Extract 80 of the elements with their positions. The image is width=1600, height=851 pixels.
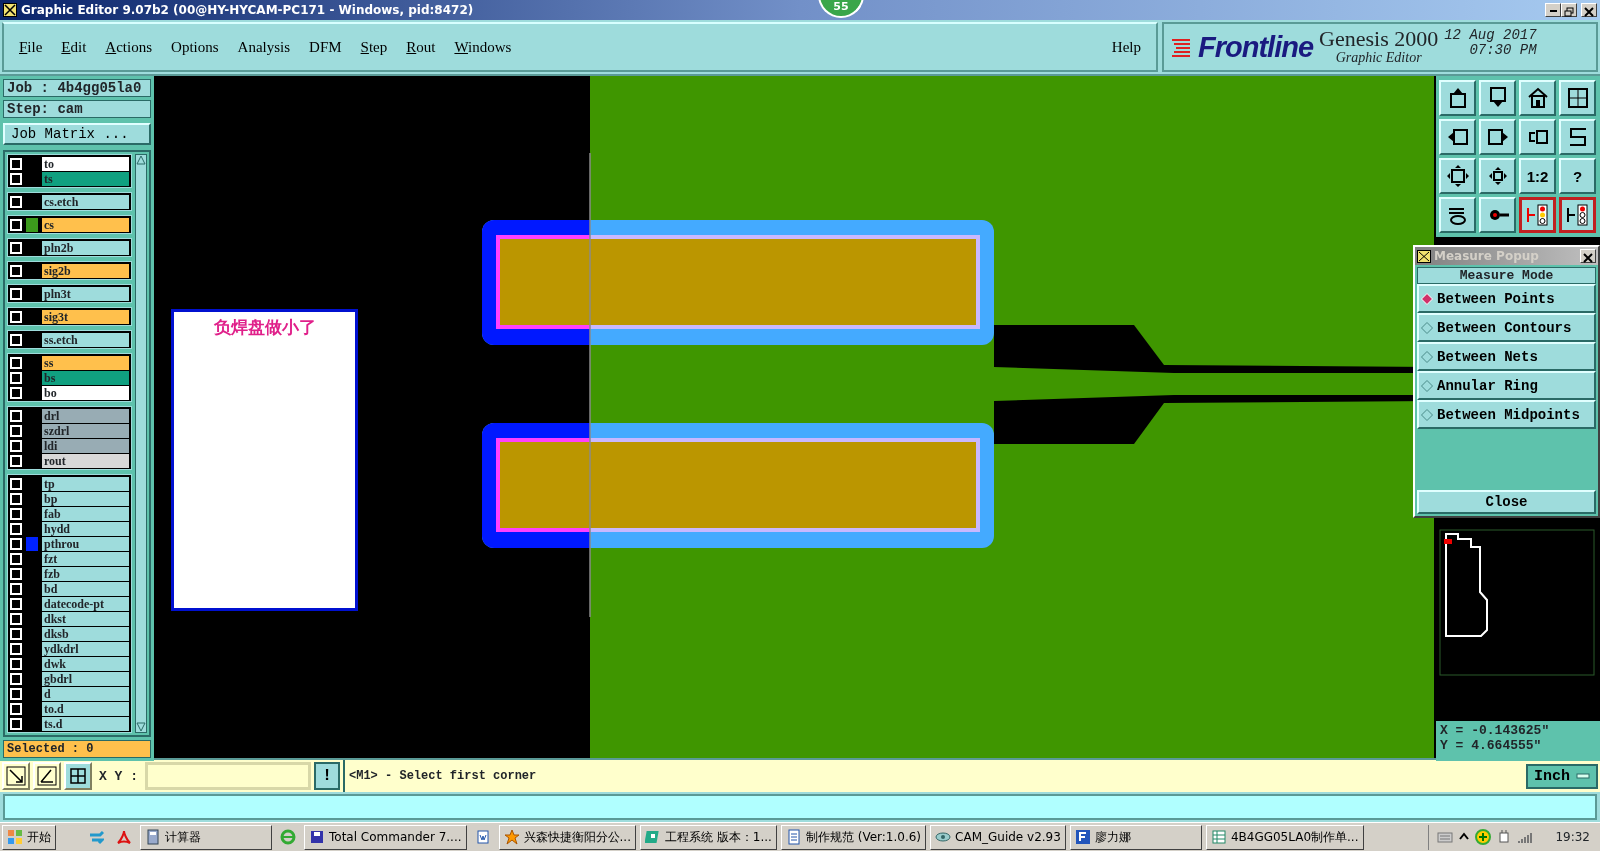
layer-name[interactable]: tp bbox=[42, 476, 129, 491]
radio-option[interactable]: Annular Ring bbox=[1417, 371, 1596, 400]
radio-option[interactable]: Between Contours bbox=[1417, 313, 1596, 342]
job-matrix-button[interactable]: Job Matrix ... bbox=[3, 123, 151, 145]
layer-name[interactable]: rout bbox=[42, 453, 129, 468]
layer-name[interactable]: gbdrl bbox=[42, 671, 129, 686]
layer-name[interactable]: ss bbox=[42, 355, 129, 370]
section-heading: Measure Mode bbox=[1417, 267, 1596, 284]
help-menu[interactable]: Help bbox=[1111, 38, 1141, 56]
step-label: Step: cam bbox=[3, 100, 151, 118]
job-label: Job : 4b4gg05la0 bbox=[3, 79, 151, 97]
layer-name[interactable]: pln2b bbox=[42, 240, 129, 255]
layer-name[interactable]: bd bbox=[42, 581, 129, 596]
taskbar-button[interactable]: 廖力娜 bbox=[1069, 824, 1202, 850]
x-coordinate: X = -0.143625" bbox=[1440, 723, 1551, 738]
layer-name[interactable]: ldi bbox=[42, 438, 129, 453]
layer-name[interactable]: d bbox=[42, 686, 129, 701]
annotation-note: 负焊盘做小了 bbox=[171, 309, 358, 611]
prompt-message: <M1> - Select first corner bbox=[343, 760, 1523, 792]
product-subtitle: Graphic Editor bbox=[1335, 50, 1422, 66]
layer-name[interactable]: hydd bbox=[42, 521, 129, 536]
notification-badge: 55 bbox=[818, 0, 864, 18]
menu-item[interactable]: Actions bbox=[105, 38, 153, 56]
layer-name[interactable]: dksb bbox=[42, 626, 129, 641]
layer-name[interactable]: pthrou bbox=[42, 536, 129, 551]
taskbar-button[interactable]: Total Commander 7.... bbox=[304, 824, 467, 850]
taskbar-button[interactable]: CAM_Guide v2.93 bbox=[930, 824, 1066, 850]
layer-name[interactable]: dwk bbox=[42, 656, 129, 671]
layer-name[interactable]: bs bbox=[42, 370, 129, 385]
layer-name[interactable]: to bbox=[42, 156, 129, 171]
start-button[interactable]: 开始 bbox=[2, 824, 56, 850]
time-label: 07:30 PM bbox=[1468, 42, 1537, 58]
menu-item[interactable]: Options bbox=[171, 38, 219, 56]
layer-name[interactable]: sig3t bbox=[42, 309, 129, 324]
taskbar-button[interactable]: 计算器 bbox=[140, 824, 272, 850]
layer-name[interactable]: pln3t bbox=[42, 286, 129, 301]
menu-item[interactable]: File bbox=[19, 38, 43, 56]
product-name: Genesis 2000 bbox=[1319, 28, 1439, 50]
menu-item[interactable]: DFM bbox=[309, 38, 342, 56]
menu-item[interactable]: Step bbox=[360, 38, 388, 56]
layer-name[interactable]: szdrl bbox=[42, 423, 129, 438]
layer-name[interactable]: sig2b bbox=[42, 263, 129, 278]
layer-name[interactable]: cs bbox=[42, 217, 129, 232]
close-button[interactable]: Close bbox=[1417, 490, 1596, 514]
layer-name[interactable]: fab bbox=[42, 506, 129, 521]
menu-item[interactable]: Windows bbox=[454, 38, 512, 56]
layer-name[interactable]: cs.etch bbox=[42, 194, 129, 209]
brand-logo: Frontline bbox=[1198, 30, 1314, 64]
layer-name[interactable]: fzb bbox=[42, 566, 129, 581]
clock: 19:32 bbox=[1555, 830, 1590, 844]
taskbar-button[interactable]: 工程系统 版本：1... bbox=[640, 824, 777, 850]
layer-name[interactable]: fzt bbox=[42, 551, 129, 566]
units-button[interactable]: Inch bbox=[1526, 763, 1598, 789]
layer-name[interactable]: datecode-pt bbox=[42, 596, 129, 611]
layer-name[interactable]: ts.d bbox=[42, 716, 129, 731]
tool-button[interactable]: 1:2 bbox=[1519, 158, 1556, 194]
layer-name[interactable]: bp bbox=[42, 491, 129, 506]
layer-name[interactable]: to.d bbox=[42, 701, 129, 716]
selected-count: Selected : 0 bbox=[3, 740, 151, 758]
menu-item[interactable]: Edit bbox=[61, 38, 87, 56]
menu-item[interactable]: Analysis bbox=[237, 38, 291, 56]
layer-name[interactable]: ss.etch bbox=[42, 332, 129, 347]
window-title: Graphic Editor 9.07b2 (00@HY-HYCAM-PC171 - Windows, pid:8472) bbox=[21, 3, 474, 17]
taskbar-button[interactable]: 4B4GG05LA0制作单... bbox=[1205, 824, 1364, 850]
menu-item[interactable]: Rout bbox=[406, 38, 436, 56]
taskbar-button[interactable]: 兴森快捷衡阳分公... bbox=[498, 824, 636, 850]
taskbar-button[interactable]: 制作规范 (Ver:1.0.6) bbox=[780, 824, 927, 850]
layer-name[interactable]: dkst bbox=[42, 611, 129, 626]
date-label: 12 Aug 2017 bbox=[1444, 28, 1537, 43]
radio-option[interactable]: Between Nets bbox=[1417, 342, 1596, 371]
layer-name[interactable]: ts bbox=[42, 171, 129, 186]
radio-option[interactable]: Between Midpoints bbox=[1417, 400, 1596, 429]
xy-label: X Y : bbox=[98, 768, 139, 784]
tool-button[interactable]: ? bbox=[1559, 158, 1596, 194]
layer-name[interactable]: drl bbox=[42, 408, 129, 423]
radio-option[interactable]: Between Points bbox=[1417, 284, 1596, 313]
alert-button[interactable]: ! bbox=[314, 762, 340, 790]
y-coordinate: Y = 4.664555" bbox=[1440, 738, 1543, 753]
layer-name[interactable]: ydkdrl bbox=[42, 641, 129, 656]
layer-name[interactable]: bo bbox=[42, 385, 129, 400]
